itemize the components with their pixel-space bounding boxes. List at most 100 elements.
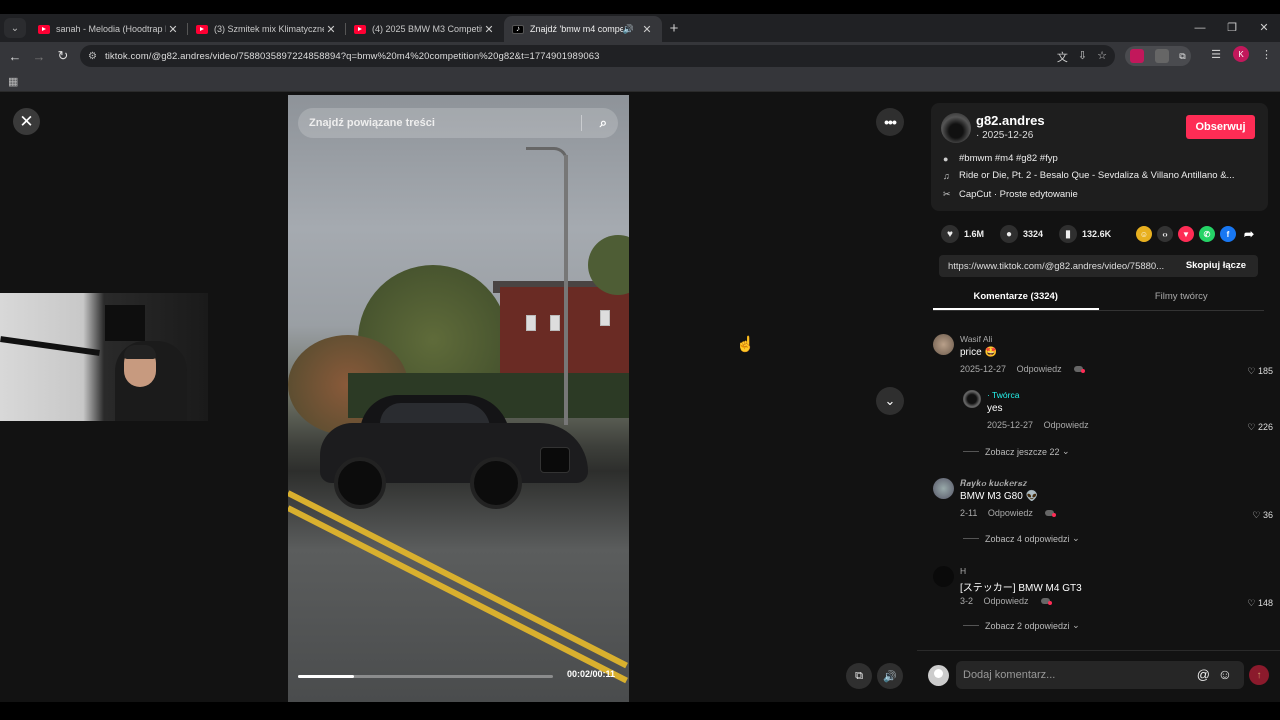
heart-icon[interactable]: ♥ (941, 225, 959, 243)
browser-tab[interactable]: sanah - Melodia (Hoodtrap Rem ✕ (30, 16, 188, 42)
reply-button[interactable]: Odpowiedz (984, 596, 1029, 606)
emoji-icon[interactable]: ☺ (1218, 666, 1232, 682)
translate-icon[interactable]: 文 (1057, 49, 1068, 65)
mention-icon[interactable]: @ (1197, 667, 1210, 682)
comment-likes[interactable]: ♡ 185 (1247, 366, 1273, 377)
url-text[interactable]: tiktok.com/@g82.andres/video/75880358972… (105, 51, 600, 62)
comment-input[interactable]: Dodaj komentarz... @ ☺ (956, 661, 1244, 689)
streamer-webcam-overlay (0, 293, 208, 421)
back-icon[interactable]: ← (3, 49, 27, 64)
copy-link-button[interactable]: Skopiuj łącze (1186, 260, 1246, 271)
search-icon[interactable]: ⌕ (600, 115, 607, 131)
video-progress-bar[interactable] (298, 675, 553, 678)
volume-button[interactable]: 🔊 (877, 663, 903, 689)
view-more-replies[interactable]: Zobacz 2 odpowiedzi ⌄ (963, 620, 1080, 631)
mini-player-button[interactable]: ⧉ (846, 663, 872, 689)
bookmark-star-icon[interactable]: ☆ (1097, 49, 1107, 65)
search-placeholder: Znajdź powiązane treści (309, 117, 435, 129)
post-info-card: g82.andres · 2025-12-26 Obserwuj ● #bmwm… (931, 103, 1268, 211)
creator-liked-icon (1041, 598, 1053, 605)
view-more-replies[interactable]: Zobacz jeszcze 22 ⌄ (963, 446, 1070, 457)
puzzle-icon[interactable]: ⧉ (1179, 51, 1185, 62)
like-stat[interactable]: ♥ 1.6M (941, 225, 984, 243)
browser-tab-active[interactable]: Znajdź 'bmw m4 competiti 🔊 ✕ (504, 16, 662, 42)
editor-label[interactable]: CapCut · Proste edytowanie (959, 189, 1078, 200)
comment-placeholder: Dodaj komentarz... (963, 669, 1056, 681)
comment-date: 3-2 (960, 596, 974, 606)
creator-avatar[interactable] (941, 113, 971, 143)
music-title[interactable]: Ride or Die, Pt. 2 - Besalo Que - Sevdal… (959, 170, 1234, 181)
new-tab-button[interactable]: + (662, 16, 686, 42)
video-player[interactable]: Znajdź powiązane treści ⌕ 00:02/00:11 (288, 95, 629, 702)
avatar[interactable] (933, 334, 954, 355)
comment-icon[interactable]: ● (1000, 225, 1019, 243)
tab-creator-videos[interactable]: Filmy twórcy (1099, 284, 1265, 310)
comment-author[interactable]: Wasif Ali (960, 334, 992, 344)
profile-avatar[interactable]: K (1233, 46, 1249, 62)
hashtags[interactable]: #bmwm #m4 #g82 #fyp (959, 153, 1058, 164)
bookmark-icon[interactable]: ▮ (1059, 225, 1078, 243)
send-friends-icon[interactable]: ▼ (1178, 226, 1194, 242)
comment-date: 2-11 (960, 508, 978, 518)
taskbar-edge (0, 702, 1280, 720)
apps-grid-icon[interactable]: ▦ (8, 75, 18, 88)
avatar[interactable] (963, 390, 981, 408)
reply-button[interactable]: Odpowiedz (1044, 420, 1089, 430)
extension-icon[interactable] (1154, 49, 1169, 63)
creator-liked-icon (1045, 510, 1057, 517)
reply-button[interactable]: Odpowiedz (988, 508, 1033, 518)
media-control-icon[interactable]: ☰ (1211, 48, 1221, 61)
reply-likes[interactable]: ♡ 226 (1247, 422, 1273, 433)
capcut-icon: ✂ (943, 189, 951, 199)
comment-stat[interactable]: ● 3324 (1000, 225, 1043, 243)
extensions-pill[interactable]: ⧉ (1125, 46, 1191, 66)
extension-icon[interactable] (1130, 49, 1145, 63)
whatsapp-icon[interactable]: ✆ (1199, 226, 1215, 242)
reply-button[interactable]: Odpowiedz (1017, 364, 1062, 374)
avatar[interactable] (933, 478, 954, 499)
send-comment-button[interactable]: ↑ (1249, 665, 1269, 685)
more-options-button[interactable]: ••• (876, 108, 904, 136)
follow-button[interactable]: Obserwuj (1186, 115, 1255, 139)
browser-tab[interactable]: (3) Szmitek mix Klimatyczne Brz ✕ (188, 16, 346, 42)
share-arrow-icon[interactable]: ➦ (1241, 226, 1257, 242)
creator-username[interactable]: g82.andres (976, 113, 1045, 128)
comment-author[interactable]: H (960, 566, 966, 576)
tab-close-icon[interactable]: ✕ (324, 23, 338, 36)
comment-author[interactable]: 𝑹𝒂𝒚𝒌𝒐 𝒌𝒖𝒄𝒌𝒆𝒓𝒔𝒛 (960, 478, 1027, 489)
save-stat[interactable]: ▮ 132.6K (1059, 225, 1111, 243)
site-info-icon[interactable]: ⚙ (88, 51, 97, 62)
comment-likes[interactable]: ♡ 36 (1252, 510, 1273, 521)
tab-comments[interactable]: Komentarze (3324) (933, 284, 1099, 310)
speaker-icon[interactable]: 🔊 (623, 24, 634, 35)
install-icon[interactable]: ⇩ (1078, 49, 1087, 65)
reload-icon[interactable]: ↻ (51, 48, 75, 64)
view-more-replies[interactable]: Zobacz 4 odpowiedzi ⌄ (963, 533, 1080, 544)
share-buttons: ☺ ‹› ▼ ✆ f ➦ (1136, 226, 1257, 242)
address-bar[interactable]: ⚙ tiktok.com/@g82.andres/video/758803589… (80, 45, 1115, 67)
next-video-button[interactable]: ⌄ (876, 387, 904, 415)
close-window-icon[interactable]: ✕ (1248, 14, 1280, 42)
forward-icon[interactable]: → (27, 49, 51, 64)
window-controls: — ❐ ✕ (1184, 14, 1280, 42)
youtube-icon (196, 24, 208, 34)
close-video-button[interactable]: ✕ (13, 108, 40, 135)
comment-likes[interactable]: ♡ 148 (1247, 598, 1273, 609)
video-link[interactable]: https://www.tiktok.com/@g82.andres/video… (948, 261, 1164, 272)
related-search-input[interactable]: Znajdź powiązane treści ⌕ (298, 108, 618, 138)
creator-badge[interactable]: · Twórca (987, 390, 1019, 400)
comment-text: price 🤩 (960, 347, 997, 358)
facebook-icon[interactable]: f (1220, 226, 1236, 242)
avatar[interactable] (933, 566, 954, 587)
kebab-menu-icon[interactable]: ⋮ (1261, 48, 1272, 61)
tab-search-button[interactable]: ⌄ (4, 18, 26, 38)
tab-close-icon[interactable]: ✕ (482, 23, 496, 36)
browser-tab[interactable]: (4) 2025 BMW M3 Competition ✕ (346, 16, 504, 42)
embed-icon[interactable]: ‹› (1157, 226, 1173, 242)
coin-icon[interactable]: ☺ (1136, 226, 1152, 242)
tab-close-icon[interactable]: ✕ (640, 23, 654, 36)
tab-close-icon[interactable]: ✕ (166, 23, 180, 36)
minimize-icon[interactable]: — (1184, 14, 1216, 42)
like-count: 1.6M (964, 229, 985, 239)
restore-icon[interactable]: ❐ (1216, 14, 1248, 42)
